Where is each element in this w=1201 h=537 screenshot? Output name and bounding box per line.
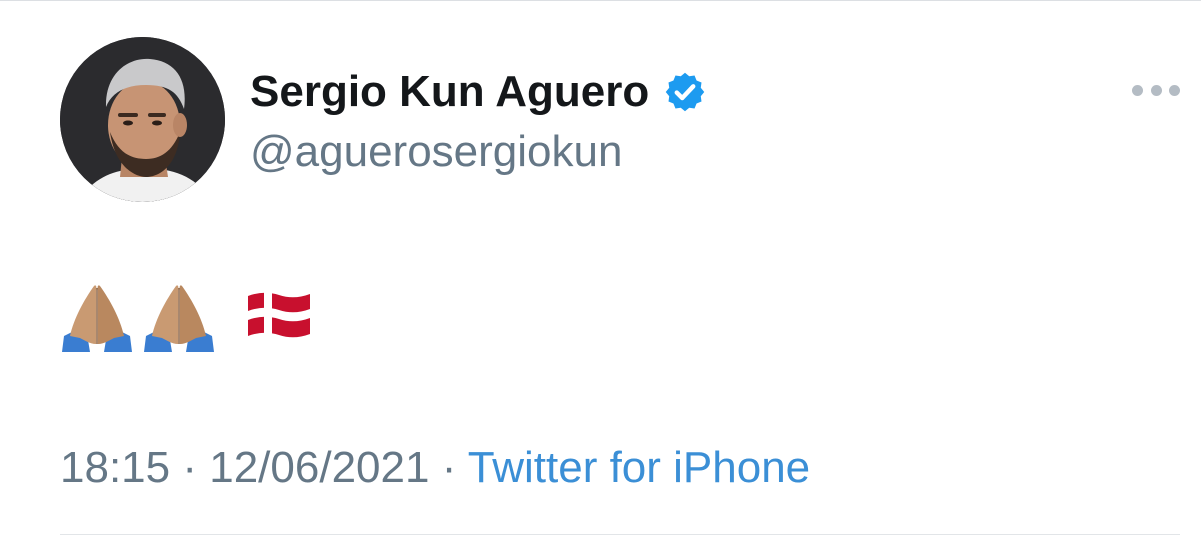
more-dot-icon [1150, 84, 1162, 96]
verified-badge-icon [666, 72, 705, 112]
folded-hands-icon [62, 285, 132, 352]
meta-separator: · [441, 443, 457, 492]
author-display-name[interactable]: Sergio Kun Aguero [250, 64, 707, 120]
folded-hands-icon [144, 285, 214, 352]
tweet-metadata: 18:15 · 12/06/2021 · Twitter for iPhone [60, 440, 810, 496]
more-dot-icon [1132, 84, 1143, 96]
tweet-source-link[interactable]: Twitter for iPhone [468, 443, 810, 492]
tweet-date[interactable]: 12/06/2021 [209, 443, 429, 492]
author-name-text: Sergio Kun Aguero [250, 67, 650, 116]
top-divider [0, 0, 1201, 1]
more-options-button[interactable] [1132, 80, 1180, 100]
avatar[interactable] [60, 37, 225, 202]
tweet-time[interactable]: 18:15 [60, 443, 170, 492]
meta-separator: · [182, 443, 197, 492]
denmark-flag-icon [248, 292, 310, 338]
author-handle[interactable]: @aguerosergiokun [250, 124, 622, 180]
more-dot-icon [1169, 84, 1180, 96]
avatar-photo [60, 37, 225, 202]
tweet-text [60, 270, 320, 360]
bottom-divider [60, 534, 1180, 535]
